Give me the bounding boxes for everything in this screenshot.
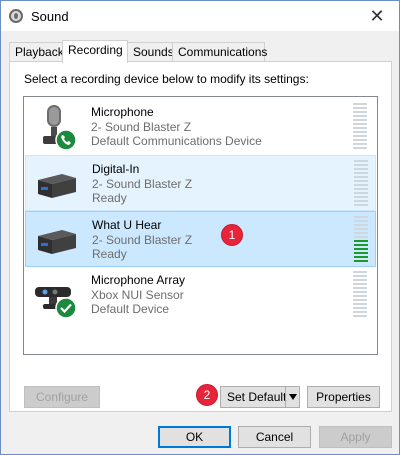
meter-segment (353, 303, 367, 305)
device-driver: 2- Sound Blaster Z (91, 120, 192, 134)
device-name: Microphone Array (91, 273, 186, 287)
meter-segment (353, 123, 367, 125)
meter-segment (354, 176, 368, 178)
meter-segment (354, 228, 368, 230)
tab-playback[interactable]: Playback (9, 42, 64, 61)
level-meter (353, 103, 367, 150)
checkmark-icon (55, 297, 77, 319)
configure-button[interactable]: Configure (24, 386, 100, 408)
sound-dialog: Sound ✕ Playback Recording Sounds Commun… (0, 0, 400, 455)
tab-communications[interactable]: Communications (172, 42, 267, 61)
meter-segment (353, 147, 367, 149)
meter-segment (354, 180, 368, 182)
meter-segment (354, 184, 368, 186)
meter-segment (353, 291, 367, 293)
device-driver: 2- Sound Blaster Z (92, 177, 193, 191)
meter-segment (354, 260, 368, 262)
meter-segment (353, 131, 367, 133)
device-row-what-u-hear[interactable]: What U Hear 2- Sound Blaster Z Ready 1 (25, 211, 376, 267)
meter-segment (353, 111, 367, 113)
device-name: Microphone (91, 105, 154, 119)
meter-segment (354, 216, 368, 218)
meter-segment (354, 204, 368, 206)
meter-segment (353, 275, 367, 277)
device-row-microphone[interactable]: Microphone 2- Sound Blaster Z Default Co… (25, 99, 376, 155)
meter-segment (353, 107, 367, 109)
device-row-digital-in[interactable]: Digital-In 2- Sound Blaster Z Ready (25, 155, 376, 211)
meter-segment (353, 143, 367, 145)
meter-segment (353, 279, 367, 281)
meter-segment (354, 256, 368, 258)
meter-segment (353, 287, 367, 289)
meter-segment (354, 168, 368, 170)
meter-segment (354, 244, 368, 246)
meter-segment (353, 103, 367, 105)
digital-device-icon (38, 230, 76, 254)
instructions-text: Select a recording device below to modif… (24, 72, 309, 86)
device-name: What U Hear (92, 218, 162, 232)
ok-button[interactable]: OK (158, 426, 231, 448)
tab-sounds[interactable]: Sounds (127, 42, 174, 61)
close-button[interactable]: ✕ (355, 1, 399, 31)
meter-segment (353, 283, 367, 285)
meter-segment (354, 224, 368, 226)
meter-segment (354, 160, 368, 162)
level-meter (354, 160, 368, 207)
recording-panel: Select a recording device below to modif… (9, 61, 392, 412)
tab-recording[interactable]: Recording (62, 40, 128, 63)
speaker-icon (9, 9, 23, 23)
device-status: Ready (92, 247, 127, 261)
meter-segment (353, 315, 367, 317)
meter-segment (353, 139, 367, 141)
level-meter (353, 271, 367, 318)
meter-segment (353, 119, 367, 121)
meter-segment (353, 271, 367, 273)
meter-segment (354, 188, 368, 190)
meter-segment (354, 236, 368, 238)
meter-segment (353, 115, 367, 117)
device-status: Default Device (91, 302, 170, 316)
device-row-microphone-array[interactable]: Microphone Array Xbox NUI Sensor Default… (25, 267, 376, 323)
properties-button[interactable]: Properties (307, 386, 380, 408)
cancel-button[interactable]: Cancel (238, 426, 311, 448)
phone-icon (55, 129, 77, 151)
level-meter (354, 216, 368, 263)
meter-segment (353, 127, 367, 129)
digital-device-icon (38, 174, 76, 198)
meter-segment (354, 172, 368, 174)
meter-segment (353, 135, 367, 137)
meter-segment (353, 295, 367, 297)
callout-badge-2: 2 (196, 384, 218, 406)
callout-badge-1: 1 (221, 224, 243, 246)
meter-segment (354, 248, 368, 250)
device-status: Ready (92, 191, 127, 205)
meter-segment (354, 164, 368, 166)
device-driver: 2- Sound Blaster Z (92, 233, 193, 247)
meter-segment (354, 232, 368, 234)
meter-segment (354, 200, 368, 202)
meter-segment (354, 220, 368, 222)
apply-button[interactable]: Apply (319, 426, 392, 448)
device-status: Default Communications Device (91, 134, 262, 148)
device-name: Digital-In (92, 162, 140, 176)
device-driver: Xbox NUI Sensor (91, 288, 184, 302)
meter-segment (353, 307, 367, 309)
title-bar: Sound ✕ (1, 1, 399, 31)
set-default-button[interactable]: Set Default (220, 386, 300, 408)
meter-segment (354, 252, 368, 254)
meter-segment (353, 299, 367, 301)
chevron-down-icon[interactable] (285, 387, 299, 407)
set-default-label: Set Default (227, 390, 287, 404)
meter-segment (354, 240, 368, 242)
device-list[interactable]: Microphone 2- Sound Blaster Z Default Co… (23, 96, 378, 355)
meter-segment (354, 192, 368, 194)
meter-segment (354, 196, 368, 198)
meter-segment (353, 311, 367, 313)
window-title: Sound (31, 9, 69, 24)
